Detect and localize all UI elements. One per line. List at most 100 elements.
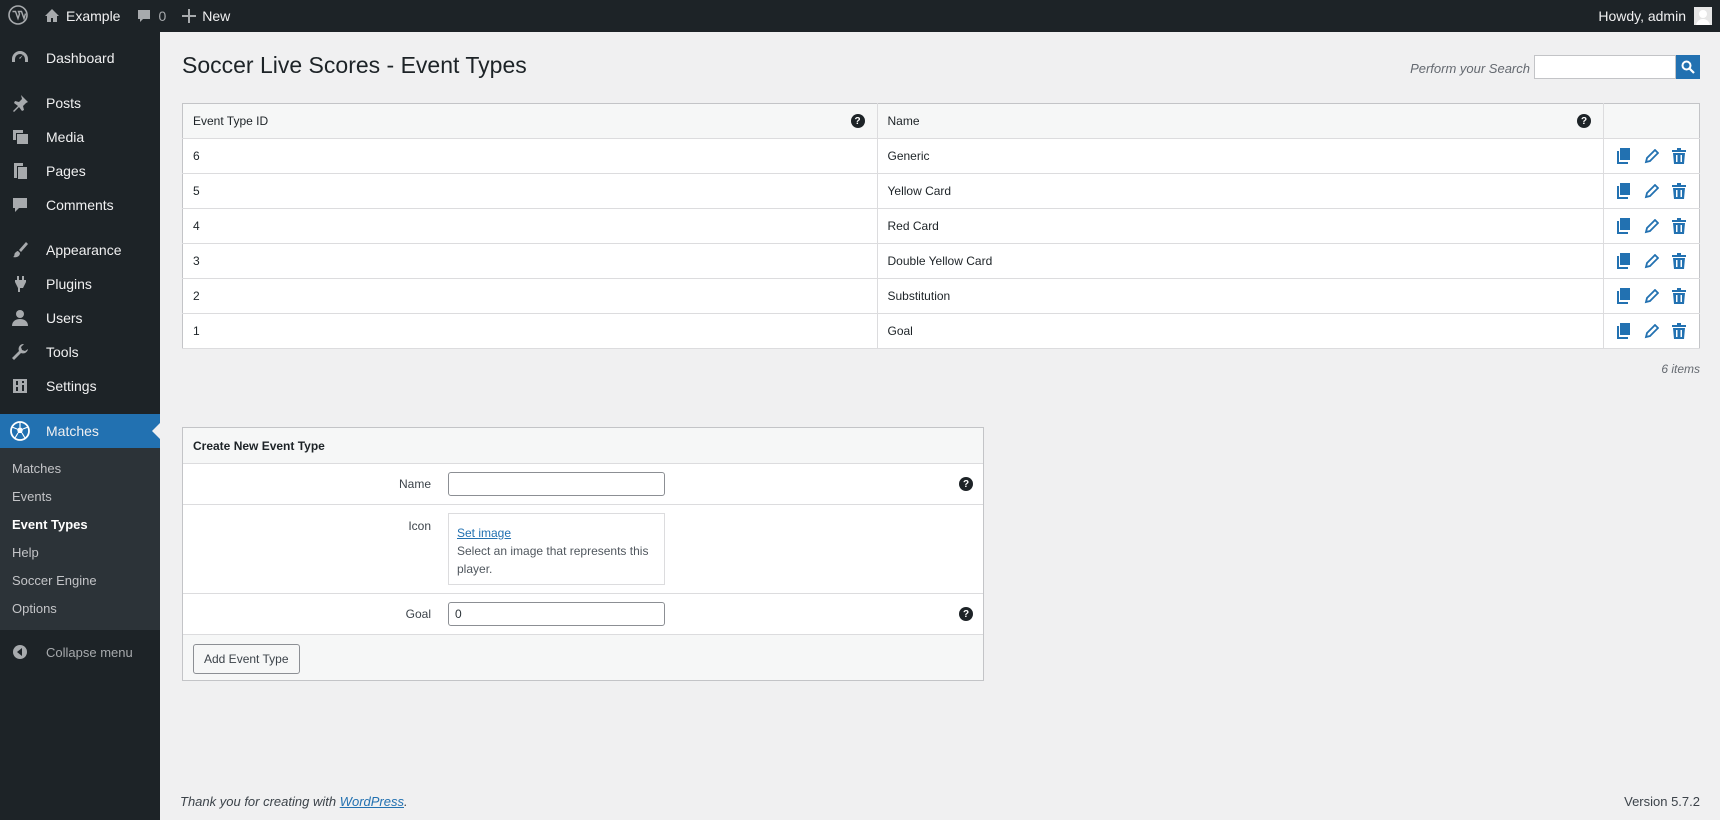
cell-id: 1 xyxy=(182,313,878,349)
sidebar-item-posts[interactable]: Posts xyxy=(0,86,160,120)
sidebar-item-matches[interactable]: Matches xyxy=(0,414,160,448)
table-row: 3 Double Yellow Card xyxy=(182,243,1700,279)
avatar xyxy=(1694,7,1712,25)
comments-link[interactable]: 0 xyxy=(128,0,174,32)
set-image-link[interactable]: Set image xyxy=(457,524,656,542)
submenu-item-soccer-engine[interactable]: Soccer Engine xyxy=(0,567,160,595)
delete-icon[interactable] xyxy=(1671,323,1687,339)
cell-name: Double Yellow Card xyxy=(877,243,1604,279)
sidebar-item-tools[interactable]: Tools xyxy=(0,335,160,369)
delete-icon[interactable] xyxy=(1671,253,1687,269)
edit-icon[interactable] xyxy=(1643,253,1659,269)
table-header-row: Event Type ID ? Name ? xyxy=(182,103,1700,139)
duplicate-icon[interactable] xyxy=(1615,148,1631,164)
site-name-link[interactable]: Example xyxy=(36,0,128,32)
sidebar-item-media[interactable]: Media xyxy=(0,120,160,154)
media-icon xyxy=(10,127,30,147)
help-icon[interactable]: ? xyxy=(850,114,865,128)
add-event-type-button[interactable]: Add Event Type xyxy=(193,644,300,674)
sidebar-item-label: Tools xyxy=(46,344,79,360)
sidebar-item-dashboard[interactable]: Dashboard xyxy=(0,41,160,75)
event-types-table: Event Type ID ? Name ? 6 Generic 5 Yellow C… xyxy=(182,103,1700,349)
cell-actions xyxy=(1603,208,1700,244)
account-menu[interactable]: Howdy, admin xyxy=(1590,0,1720,32)
sidebar-item-users[interactable]: Users xyxy=(0,301,160,335)
duplicate-icon[interactable] xyxy=(1615,323,1631,339)
sidebar-item-plugins[interactable]: Plugins xyxy=(0,267,160,301)
column-header-id[interactable]: Event Type ID ? xyxy=(182,103,878,139)
sidebar-item-label: Dashboard xyxy=(46,50,115,66)
edit-icon[interactable] xyxy=(1643,148,1659,164)
name-label: Name xyxy=(398,477,431,491)
sidebar-item-label: Posts xyxy=(46,95,82,111)
cell-id: 2 xyxy=(182,278,878,314)
cell-actions xyxy=(1603,173,1700,209)
edit-icon[interactable] xyxy=(1643,323,1659,339)
table-row: 2 Substitution xyxy=(182,278,1700,314)
table-row: 6 Generic xyxy=(182,138,1700,174)
cell-id: 4 xyxy=(182,208,878,244)
version-text: Version 5.7.2 xyxy=(1624,794,1700,809)
search-input[interactable] xyxy=(1534,55,1676,79)
edit-icon[interactable] xyxy=(1643,288,1659,304)
sidebar-item-label: Media xyxy=(46,129,85,145)
image-description: Select an image that represents this pla… xyxy=(457,544,649,576)
comment-icon xyxy=(10,195,30,215)
cell-name: Generic xyxy=(877,138,1604,174)
wordpress-icon xyxy=(8,4,28,28)
cell-name: Goal xyxy=(877,313,1604,349)
sidebar-item-comments[interactable]: Comments xyxy=(0,188,160,222)
collapse-menu-button[interactable]: Collapse menu xyxy=(0,635,160,669)
duplicate-icon[interactable] xyxy=(1615,288,1631,304)
sidebar-item-label: Users xyxy=(46,310,83,326)
submenu-item-help[interactable]: Help xyxy=(0,539,160,567)
soccer-ball-icon xyxy=(10,421,30,441)
wordpress-link[interactable]: WordPress xyxy=(340,794,404,809)
duplicate-icon[interactable] xyxy=(1615,253,1631,269)
help-icon[interactable]: ? xyxy=(1577,114,1591,128)
form-heading: Create New Event Type xyxy=(183,428,983,464)
cell-actions xyxy=(1603,278,1700,314)
help-icon[interactable]: ? xyxy=(959,607,973,621)
sidebar-item-pages[interactable]: Pages xyxy=(0,154,160,188)
edit-icon[interactable] xyxy=(1643,183,1659,199)
form-row-icon: Icon Set image Select an image that repr… xyxy=(183,505,983,594)
icon-label: Icon xyxy=(408,519,431,533)
search-button[interactable] xyxy=(1676,55,1700,79)
submenu-item-events[interactable]: Events xyxy=(0,483,160,511)
table-row: 5 Yellow Card xyxy=(182,173,1700,209)
search-icon xyxy=(1681,60,1695,74)
brush-icon xyxy=(10,240,30,260)
cell-id: 3 xyxy=(182,243,878,279)
sidebar-item-label: Appearance xyxy=(46,242,122,258)
new-label: New xyxy=(202,8,231,24)
delete-icon[interactable] xyxy=(1671,288,1687,304)
delete-icon[interactable] xyxy=(1671,218,1687,234)
delete-icon[interactable] xyxy=(1671,183,1687,199)
settings-icon xyxy=(10,376,30,396)
name-field[interactable] xyxy=(448,472,665,496)
pin-icon xyxy=(10,93,30,113)
wordpress-logo-button[interactable] xyxy=(0,0,36,32)
matches-submenu: Matches Events Event Types Help Soccer E… xyxy=(0,448,160,630)
goal-field[interactable] xyxy=(448,602,665,626)
pages-icon xyxy=(10,161,30,181)
form-row-goal: Goal ? xyxy=(183,594,983,635)
duplicate-icon[interactable] xyxy=(1615,183,1631,199)
sidebar-item-label: Comments xyxy=(46,197,114,213)
sidebar-item-settings[interactable]: Settings xyxy=(0,369,160,403)
site-name: Example xyxy=(66,8,121,24)
duplicate-icon[interactable] xyxy=(1615,218,1631,234)
submenu-item-matches[interactable]: Matches xyxy=(0,455,160,483)
column-header-name[interactable]: Name ? xyxy=(877,103,1604,139)
new-content-button[interactable]: New xyxy=(174,0,238,32)
delete-icon[interactable] xyxy=(1671,148,1687,164)
cell-name: Substitution xyxy=(877,278,1604,314)
submenu-item-options[interactable]: Options xyxy=(0,595,160,623)
edit-icon[interactable] xyxy=(1643,218,1659,234)
comment-icon xyxy=(136,8,152,24)
sidebar-item-appearance[interactable]: Appearance xyxy=(0,233,160,267)
help-icon[interactable]: ? xyxy=(959,477,973,491)
submenu-item-event-types[interactable]: Event Types xyxy=(0,511,160,539)
greeting: Howdy, admin xyxy=(1598,8,1686,24)
